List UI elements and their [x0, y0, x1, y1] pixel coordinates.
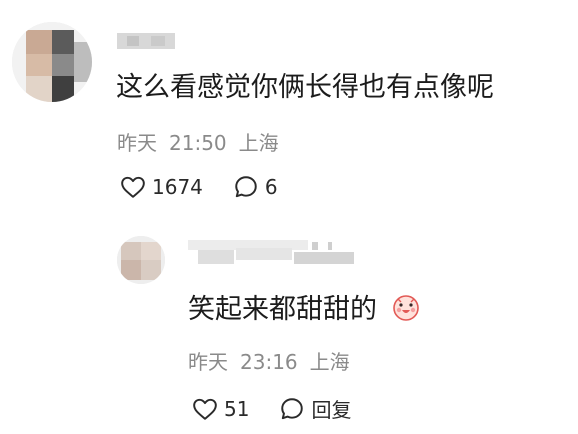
comment-bubble-icon — [281, 397, 304, 419]
username-blurred[interactable] — [188, 240, 358, 266]
reply-meta: 昨天 23:16 上海 — [188, 346, 362, 375]
reply-count: 6 — [264, 175, 278, 199]
reply-location: 上海 — [309, 350, 350, 374]
avatar[interactable] — [12, 22, 92, 102]
reply-text: 笑起来都甜甜的 — [188, 294, 420, 327]
reply-time: 23:16 — [240, 350, 298, 374]
comment-date: 昨天 — [117, 131, 157, 155]
comment-meta: 昨天 21:50 上海 — [117, 127, 291, 156]
like-count: 1674 — [152, 175, 203, 199]
comment-time: 21:50 — [169, 131, 227, 155]
avatar[interactable] — [117, 236, 165, 284]
comment-location: 上海 — [238, 131, 279, 155]
comment-text: 这么看感觉你俩长得也有点像呢 — [116, 72, 494, 103]
heart-icon — [121, 176, 145, 198]
reply-date: 昨天 — [188, 350, 228, 374]
like-count: 51 — [224, 396, 250, 421]
comment-bubble-icon — [235, 176, 257, 198]
reply-text-content: 笑起来都甜甜的 — [188, 294, 377, 325]
like-button[interactable]: 1674 — [120, 175, 203, 199]
like-button[interactable]: 51 — [192, 397, 249, 421]
comment-actions: 1674 6 — [120, 174, 308, 200]
comment-1: 这么看感觉你俩长得也有点像呢 昨天 21:50 上海 1674 6 — [0, 0, 578, 220]
smiling-face-emoji — [392, 294, 420, 327]
username-blurred[interactable] — [117, 33, 177, 51]
reply-actions: 51 回复 — [192, 394, 381, 423]
reply-button[interactable]: 回复 — [279, 394, 351, 423]
reply-label: 回复 — [311, 398, 352, 422]
heart-icon — [193, 398, 217, 420]
comment-2: 笑起来都甜甜的 昨天 23:16 上海 51 回复 — [0, 220, 578, 434]
reply-button[interactable]: 6 — [233, 174, 278, 200]
